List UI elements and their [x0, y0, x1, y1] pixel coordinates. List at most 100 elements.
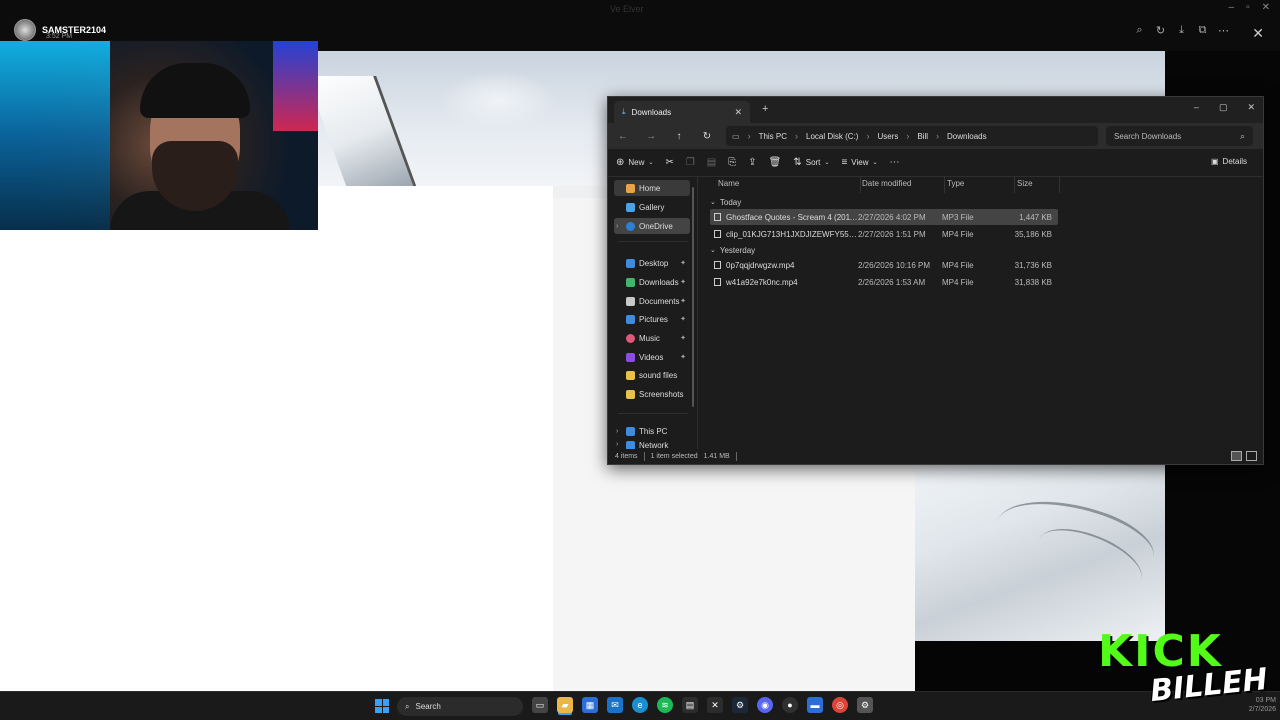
- column-header-date[interactable]: Date modified: [862, 179, 911, 193]
- sidebar-item-downloads[interactable]: Downloads ✦: [614, 274, 690, 290]
- close-icon[interactable]: ✕: [1247, 102, 1255, 113]
- tab-downloads[interactable]: ⤓ Downloads ✕: [614, 101, 750, 123]
- paste-button[interactable]: ▤: [707, 157, 716, 168]
- table-row[interactable]: clip_01KJG713H1JXDJIZEWFY55W9BR.m... 2/2…: [710, 226, 1058, 242]
- viewer-close-icon[interactable]: ✕: [1252, 25, 1264, 42]
- close-icon[interactable]: ✕: [1262, 2, 1270, 13]
- pin-icon[interactable]: ✦: [680, 334, 686, 342]
- sidebar-item-documents[interactable]: Documents ✦: [614, 293, 690, 309]
- table-row[interactable]: 0p7qqjdrwgzw.mp4 2/26/2026 10:16 PM MP4 …: [710, 257, 1058, 273]
- share-button[interactable]: ⇪: [748, 157, 756, 168]
- group-header-yesterday[interactable]: ⌄ Yesterday: [710, 246, 755, 255]
- pin-icon[interactable]: ✦: [680, 353, 686, 361]
- explorer-window-controls: – ▢ ✕: [1194, 102, 1255, 113]
- column-header-type[interactable]: Type: [947, 179, 964, 193]
- start-button[interactable]: [375, 699, 389, 713]
- explorer-navbar: ← → ↑ ↻ ▭ › This PC › Local Disk (C:) › …: [608, 123, 1263, 149]
- forward-icon[interactable]: →: [644, 131, 658, 142]
- sidebar-item-sound-files[interactable]: sound files: [614, 367, 690, 383]
- file-icon: [714, 261, 721, 269]
- breadcrumb-item[interactable]: Local Disk (C:): [806, 132, 858, 141]
- sidebar-item-videos[interactable]: Videos ✦: [614, 349, 690, 365]
- terminal-icon[interactable]: ✕: [707, 697, 723, 713]
- column-separator[interactable]: [860, 177, 861, 193]
- store-icon[interactable]: ▦: [582, 697, 598, 713]
- obs-icon[interactable]: ●: [782, 697, 798, 713]
- sort-button[interactable]: ⇅ Sort ⌄: [793, 157, 829, 168]
- view-button[interactable]: ≡ View ⌄: [841, 157, 877, 168]
- sidebar-item-screenshots[interactable]: Screenshots: [614, 386, 690, 402]
- column-separator[interactable]: [944, 177, 945, 193]
- delete-button[interactable]: 🗑: [769, 157, 782, 168]
- tab-title: Downloads: [631, 107, 672, 117]
- edge-icon[interactable]: e: [632, 697, 648, 713]
- taskbar-search[interactable]: ⌕ Search: [397, 697, 523, 716]
- steam-icon[interactable]: ⚙: [732, 697, 748, 713]
- task-view-icon[interactable]: ▭: [532, 697, 548, 713]
- refresh-icon[interactable]: ↻: [700, 131, 714, 142]
- maximize-icon[interactable]: ▫: [1246, 2, 1250, 13]
- table-row[interactable]: w41a92e7k0nc.mp4 2/26/2026 1:53 AM MP4 F…: [710, 274, 1058, 290]
- group-header-today[interactable]: ⌄ Today: [710, 198, 741, 207]
- up-icon[interactable]: ↑: [672, 131, 686, 142]
- sidebar-item-onedrive[interactable]: › OneDrive: [614, 218, 690, 234]
- sidebar-item-this-pc[interactable]: › This PC: [614, 423, 690, 439]
- more-icon[interactable]: ⋯: [1217, 24, 1230, 37]
- discord-icon[interactable]: ◉: [757, 697, 773, 713]
- breadcrumb-item[interactable]: Downloads: [947, 132, 987, 141]
- desktop-icon: [626, 258, 635, 268]
- paste-icon: ▤: [706, 157, 717, 168]
- copy-icon: ❐: [685, 157, 695, 168]
- column-separator[interactable]: [1059, 177, 1060, 193]
- monitor-icon: ▭: [732, 131, 740, 141]
- column-separator[interactable]: [1014, 177, 1015, 193]
- avatar: [14, 19, 36, 41]
- column-header-name[interactable]: Name: [718, 179, 739, 193]
- divider: [618, 241, 688, 242]
- sidebar-item-pictures[interactable]: Pictures ✦: [614, 311, 690, 327]
- column-header-size[interactable]: Size: [1017, 179, 1033, 193]
- breadcrumb-item[interactable]: Bill: [917, 132, 928, 141]
- address-bar[interactable]: ▭ › This PC › Local Disk (C:) › Users › …: [726, 126, 1098, 146]
- outlook-icon[interactable]: ✉: [607, 697, 623, 713]
- table-row[interactable]: Ghostface Quotes - Scream 4 (2011) 4.m..…: [710, 209, 1058, 225]
- snow-photo: [915, 465, 1165, 641]
- back-icon[interactable]: ←: [616, 131, 630, 142]
- copy-button[interactable]: ❐: [686, 157, 695, 168]
- minimize-icon[interactable]: –: [1194, 102, 1199, 113]
- breadcrumb-item[interactable]: Users: [877, 132, 898, 141]
- sidebar-item-desktop[interactable]: Desktop ✦: [614, 255, 690, 271]
- new-tab-icon[interactable]: +: [762, 103, 768, 115]
- pin-icon[interactable]: ✦: [680, 297, 686, 305]
- sidebar-item-home[interactable]: Home: [614, 180, 690, 196]
- sidebar-item-music[interactable]: Music ✦: [614, 330, 690, 346]
- pin-icon[interactable]: ✦: [680, 315, 686, 323]
- open-icon[interactable]: ⧉: [1196, 24, 1209, 37]
- details-button[interactable]: ▣ Details: [1211, 157, 1247, 166]
- pin-icon[interactable]: ✦: [680, 259, 686, 267]
- remote-desktop-icon[interactable]: ▬: [807, 697, 823, 713]
- more-button[interactable]: ⋯: [890, 157, 900, 168]
- rotate-icon[interactable]: ↻: [1154, 24, 1167, 37]
- breadcrumb-item[interactable]: This PC: [759, 132, 787, 141]
- tiles-view-icon[interactable]: [1246, 451, 1257, 461]
- close-tab-icon[interactable]: ✕: [734, 107, 742, 118]
- new-button[interactable]: ⊕ New ⌄: [616, 157, 653, 168]
- search-input[interactable]: Search Downloads ⌕: [1106, 126, 1253, 146]
- calculator-icon[interactable]: ▤: [682, 697, 698, 713]
- rename-button[interactable]: ⎘: [728, 157, 736, 168]
- maximize-icon[interactable]: ▢: [1219, 102, 1228, 113]
- pin-icon[interactable]: ✦: [680, 278, 686, 286]
- file-explorer-icon[interactable]: ▰: [557, 697, 573, 713]
- minimize-icon[interactable]: –: [1229, 2, 1235, 13]
- zoom-icon[interactable]: ⌕: [1133, 24, 1146, 37]
- file-size: 1,447 KB: [1019, 212, 1052, 222]
- spotify-icon[interactable]: ≋: [657, 697, 673, 713]
- settings-icon[interactable]: ⚙: [857, 697, 873, 713]
- cut-button[interactable]: ✂: [665, 157, 673, 168]
- chrome-icon[interactable]: ◎: [832, 697, 848, 713]
- download-icon[interactable]: ⤓: [1175, 24, 1188, 37]
- scrollbar[interactable]: [692, 187, 694, 407]
- sidebar-item-gallery[interactable]: Gallery: [614, 199, 690, 215]
- details-view-icon[interactable]: [1231, 451, 1242, 461]
